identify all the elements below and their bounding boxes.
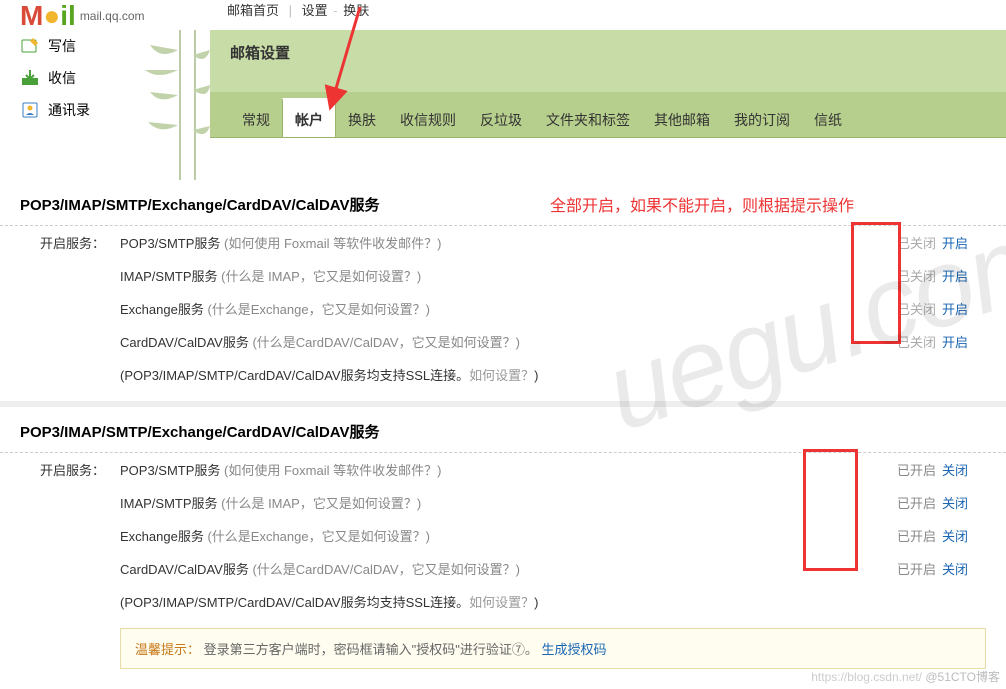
tab-7[interactable]: 我的订阅	[722, 100, 802, 137]
service-help-link[interactable]: (什么是CardDAV/CalDAV，它又是如何设置？)	[252, 562, 519, 577]
service-status: 已开启	[886, 460, 936, 479]
service-status: 已开启	[886, 559, 936, 578]
ssl-hint-link[interactable]: 如何设置？	[469, 368, 534, 383]
tab-6[interactable]: 其他邮箱	[642, 100, 722, 137]
service-row-label: 开启服务：	[20, 233, 120, 252]
nav-home[interactable]: 邮箱首页	[227, 3, 279, 18]
sidebar-contacts-label: 通讯录	[48, 100, 90, 120]
service-title: POP3/SMTP服务	[120, 463, 224, 478]
service-title: CardDAV/CalDAV服务	[120, 335, 252, 350]
service-help-link[interactable]: (如何使用 Foxmail 等软件收发邮件？)	[224, 236, 441, 251]
annotation-redbox-opened	[803, 449, 858, 571]
service-help-link[interactable]: (如何使用 Foxmail 等软件收发邮件？)	[224, 463, 441, 478]
service-name: CardDAV/CalDAV服务 (什么是CardDAV/CalDAV，它又是如…	[120, 332, 886, 351]
annotation-text: 全部开启，如果不能开启，则根据提示操作	[550, 192, 854, 216]
ssl-hint-link[interactable]: 如何设置？	[469, 595, 534, 610]
tab-4[interactable]: 反垃圾	[468, 100, 534, 137]
service-name: IMAP/SMTP服务 (什么是 IMAP，它又是如何设置？)	[120, 266, 886, 285]
service-action: 关闭	[936, 526, 986, 545]
sidebar-compose-label: 写信	[48, 36, 76, 56]
annotation-redbox-open	[851, 222, 901, 344]
service-status: 已开启	[886, 493, 936, 512]
service-name: IMAP/SMTP服务 (什么是 IMAP，它又是如何设置？)	[120, 493, 886, 512]
tab-3[interactable]: 收信规则	[388, 100, 468, 137]
ssl-hint-text: (POP3/IMAP/SMTP/CardDAV/CalDAV服务均支持SSL连接…	[120, 595, 469, 610]
service-title: Exchange服务	[120, 302, 207, 317]
tab-0[interactable]: 常规	[230, 100, 282, 137]
section-title-1: POP3/IMAP/SMTP/Exchange/CardDAV/CalDAV服务	[0, 180, 1006, 226]
service-action: 开启	[936, 299, 986, 318]
service-name: Exchange服务 (什么是Exchange，它又是如何设置？)	[120, 299, 886, 318]
inbox-icon	[20, 68, 40, 88]
service-title: Exchange服务	[120, 529, 207, 544]
annotation-arrow	[320, 2, 370, 112]
warm-tip-label: 温馨提示：	[135, 642, 200, 657]
section-title-2: POP3/IMAP/SMTP/Exchange/CardDAV/CalDAV服务	[0, 407, 1006, 453]
open-link[interactable]: 开启	[942, 335, 968, 350]
open-link[interactable]: 开启	[942, 236, 968, 251]
service-name: POP3/SMTP服务 (如何使用 Foxmail 等软件收发邮件？)	[120, 233, 886, 252]
close-link[interactable]: 关闭	[942, 496, 968, 511]
tab-8[interactable]: 信纸	[802, 100, 854, 137]
service-title: IMAP/SMTP服务	[120, 269, 221, 284]
open-link[interactable]: 开启	[942, 302, 968, 317]
service-action: 开启	[936, 266, 986, 285]
warm-tip-text: 登录第三方客户端时，密码框请输入"授权码"进行验证⑦。	[204, 642, 538, 657]
service-title: CardDAV/CalDAV服务	[120, 562, 252, 577]
service-help-link[interactable]: (什么是 IMAP，它又是如何设置？)	[221, 269, 421, 284]
service-help-link[interactable]: (什么是Exchange，它又是如何设置？)	[207, 302, 429, 317]
warm-tip-box: 温馨提示： 登录第三方客户端时，密码框请输入"授权码"进行验证⑦。 生成授权码	[120, 628, 986, 669]
logo-block: M●il mail.qq.com	[0, 0, 215, 32]
service-action: 关闭	[936, 493, 986, 512]
service-title: POP3/SMTP服务	[120, 236, 224, 251]
service-title: IMAP/SMTP服务	[120, 496, 221, 511]
close-link[interactable]: 关闭	[942, 463, 968, 478]
generate-auth-code-link[interactable]: 生成授权码	[542, 642, 607, 657]
logo-subtitle: mail.qq.com	[80, 9, 145, 23]
open-link[interactable]: 开启	[942, 269, 968, 284]
footer-note: https://blog.csdn.net/ @51CTO博客	[811, 668, 1000, 685]
service-name: POP3/SMTP服务 (如何使用 Foxmail 等软件收发邮件？)	[120, 460, 886, 479]
service-row-label: 开启服务：	[20, 460, 120, 479]
ssl-hint-row: (POP3/IMAP/SMTP/CardDAV/CalDAV服务均支持SSL连接…	[0, 358, 1006, 391]
service-action: 开启	[936, 332, 986, 351]
service-help-link[interactable]: (什么是CardDAV/CalDAV，它又是如何设置？)	[252, 335, 519, 350]
sidebar-inbox-label: 收信	[48, 68, 76, 88]
sidebar: 写信 收信 通讯录	[0, 30, 210, 180]
ssl-hint-text: (POP3/IMAP/SMTP/CardDAV/CalDAV服务均支持SSL连接…	[120, 368, 469, 383]
ssl-hint-row: (POP3/IMAP/SMTP/CardDAV/CalDAV服务均支持SSL连接…	[0, 585, 1006, 618]
bamboo-decoration	[110, 30, 210, 180]
top-bar: M●il mail.qq.com 邮箱首页 | 设置 - 换肤	[0, 0, 1006, 30]
close-link[interactable]: 关闭	[942, 529, 968, 544]
footer-csdn: https://blog.csdn.net/	[811, 670, 922, 684]
tab-5[interactable]: 文件夹和标签	[534, 100, 642, 137]
footer-cto: @51CTO博客	[925, 670, 1000, 684]
service-action: 关闭	[936, 559, 986, 578]
service-help-link[interactable]: (什么是 IMAP，它又是如何设置？)	[221, 496, 421, 511]
logo: M●il	[20, 0, 76, 32]
divider: |	[289, 3, 292, 18]
service-name: CardDAV/CalDAV服务 (什么是CardDAV/CalDAV，它又是如…	[120, 559, 886, 578]
services-section-opened: POP3/IMAP/SMTP/Exchange/CardDAV/CalDAV服务…	[0, 407, 1006, 689]
close-link[interactable]: 关闭	[942, 562, 968, 577]
contacts-icon	[20, 100, 40, 120]
service-name: Exchange服务 (什么是Exchange，它又是如何设置？)	[120, 526, 886, 545]
service-action: 关闭	[936, 460, 986, 479]
service-action: 开启	[936, 233, 986, 252]
compose-icon	[20, 36, 40, 56]
service-help-link[interactable]: (什么是Exchange，它又是如何设置？)	[207, 529, 429, 544]
services-section-closed: POP3/IMAP/SMTP/Exchange/CardDAV/CalDAV服务…	[0, 180, 1006, 407]
service-status: 已开启	[886, 526, 936, 545]
